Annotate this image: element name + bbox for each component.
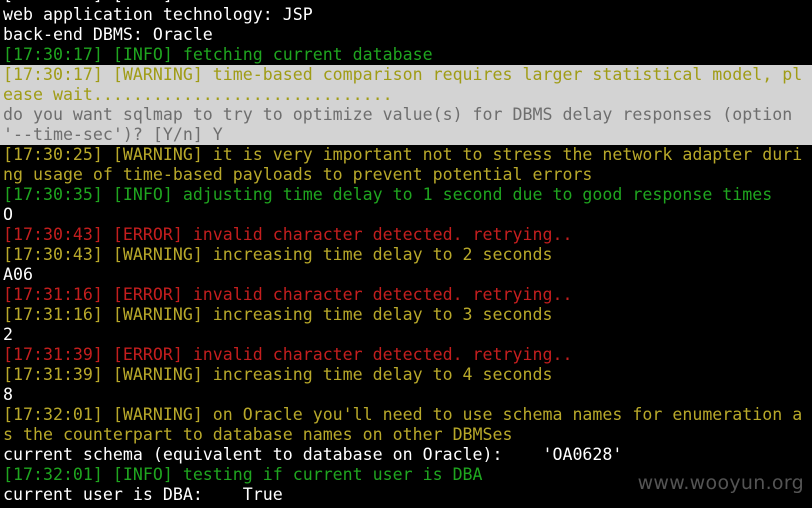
- terminal-text: back-end DBMS: Oracle: [3, 25, 213, 44]
- terminal-line: [17:30:43] [WARNING] increasing time del…: [0, 245, 812, 265]
- terminal-text: 2: [3, 325, 13, 344]
- terminal-text: [17:30:17] [INFO] the back-end DBMS is O…: [3, 0, 453, 4]
- terminal-line: [17:30:25] [WARNING] it is very importan…: [0, 145, 812, 165]
- terminal-text: [17:30:35] [INFO] adjusting time delay t…: [3, 185, 773, 204]
- terminal-text: current user is DBA: True: [3, 485, 283, 504]
- terminal-text: [17:30:17] [WARNING] time-based comparis…: [3, 65, 803, 84]
- terminal-text: [17:31:39] [ERROR] invalid character det…: [3, 345, 573, 364]
- terminal-line: ng usage of time-based payloads to preve…: [0, 165, 812, 185]
- terminal-text: [17:32:01] [WARNING] on Oracle you'll ne…: [3, 405, 803, 424]
- terminal-text: [17:30:17] [INFO] fetching current datab…: [3, 45, 433, 64]
- terminal-line: [17:31:39] [WARNING] increasing time del…: [0, 365, 812, 385]
- terminal-line: back-end DBMS: Oracle: [0, 25, 812, 45]
- terminal-text: [17:31:39] [WARNING] increasing time del…: [3, 365, 553, 384]
- terminal-text: 8: [3, 385, 13, 404]
- terminal-text: '--time-sec')? [Y/n] Y: [3, 125, 223, 144]
- terminal-line: '--time-sec')? [Y/n] Y: [0, 125, 812, 145]
- terminal-text: [17:32:01] [INFO] testing if current use…: [3, 465, 483, 484]
- terminal-text: [17:31:16] [ERROR] invalid character det…: [3, 285, 573, 304]
- terminal-text: [17:31:16] [WARNING] increasing time del…: [3, 305, 553, 324]
- terminal-line: 8: [0, 385, 812, 405]
- terminal-text: [17:30:43] [ERROR] invalid character det…: [3, 225, 573, 244]
- terminal-text: [17:30:43] [WARNING] increasing time del…: [3, 245, 553, 264]
- terminal-line: [17:30:17] [WARNING] time-based comparis…: [0, 65, 812, 85]
- terminal-text: web application technology: JSP: [3, 5, 313, 24]
- terminal-line: [17:30:35] [INFO] adjusting time delay t…: [0, 185, 812, 205]
- watermark: www.wooyun.org: [637, 472, 804, 494]
- terminal-output[interactable]: [17:30:17] [INFO] the back-end DBMS is O…: [0, 0, 812, 508]
- terminal-line: [17:31:16] [ERROR] invalid character det…: [0, 285, 812, 305]
- terminal-line: [17:30:17] [INFO] fetching current datab…: [0, 45, 812, 65]
- terminal-line: ease wait..............................: [0, 85, 812, 105]
- terminal-text: do you want sqlmap to try to optimize va…: [3, 105, 793, 124]
- terminal-text: ease wait..............................: [3, 85, 393, 104]
- terminal-line: [17:31:16] [WARNING] increasing time del…: [0, 305, 812, 325]
- terminal-line: s the counterpart to database names on o…: [0, 425, 812, 445]
- terminal-text: A06: [3, 265, 33, 284]
- terminal-line: [17:30:43] [ERROR] invalid character det…: [0, 225, 812, 245]
- terminal-line: [17:31:39] [ERROR] invalid character det…: [0, 345, 812, 365]
- terminal-text: O: [3, 205, 13, 224]
- terminal-text: [17:30:25] [WARNING] it is very importan…: [3, 145, 803, 164]
- terminal-line: do you want sqlmap to try to optimize va…: [0, 105, 812, 125]
- terminal-line: A06: [0, 265, 812, 285]
- terminal-text: current schema (equivalent to database o…: [3, 445, 623, 464]
- terminal-line: 2: [0, 325, 812, 345]
- terminal-line: [17:32:01] [WARNING] on Oracle you'll ne…: [0, 405, 812, 425]
- terminal-text: ng usage of time-based payloads to preve…: [3, 165, 593, 184]
- terminal-text: s the counterpart to database names on o…: [3, 425, 513, 444]
- terminal-line: current schema (equivalent to database o…: [0, 445, 812, 465]
- terminal-line: O: [0, 205, 812, 225]
- terminal-line: web application technology: JSP: [0, 5, 812, 25]
